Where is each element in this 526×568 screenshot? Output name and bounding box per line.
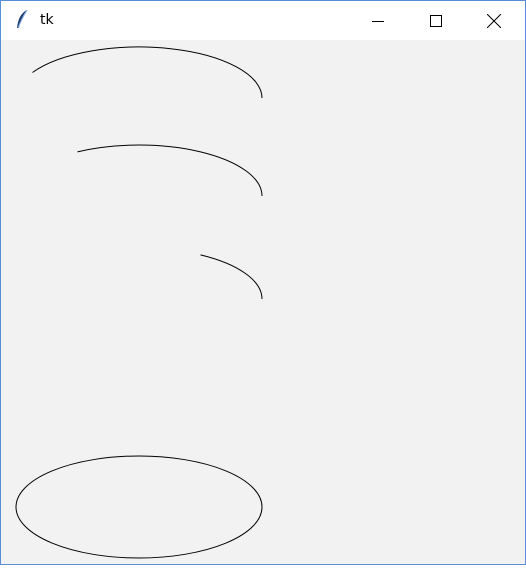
arc-drawing [15,46,263,559]
close-button[interactable] [465,1,523,40]
maximize-button[interactable] [407,1,465,40]
arc-1 [32,46,263,99]
minimize-icon [372,20,384,22]
feather-icon [14,9,30,31]
title-bar[interactable]: tk [1,1,525,40]
window-title: tk [40,12,54,28]
maximize-icon [430,14,442,27]
drawing-canvas [1,40,525,564]
minimize-button[interactable] [349,1,407,40]
arc-2 [77,144,263,197]
oval [15,455,263,559]
app-window: tk [0,0,526,565]
close-icon [487,13,501,28]
arc-3 [200,254,263,300]
